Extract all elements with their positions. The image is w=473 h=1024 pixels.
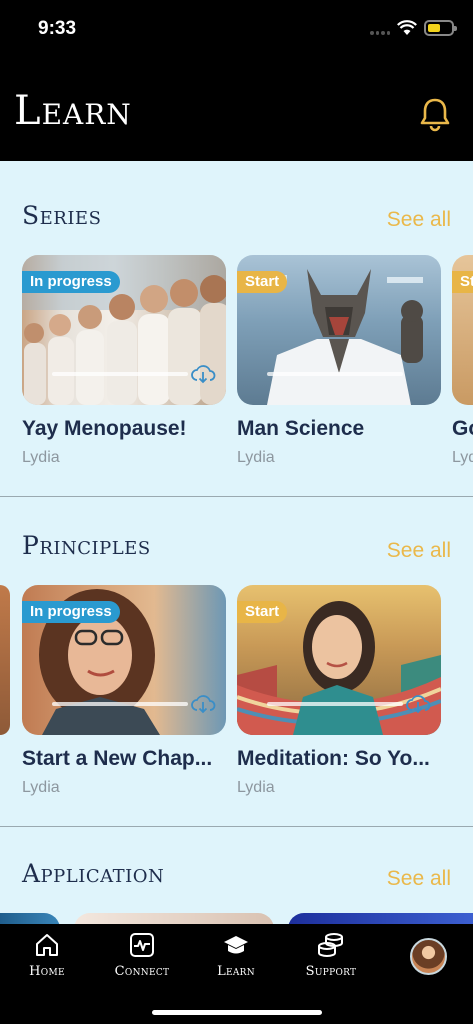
partial-card-thumbnail[interactable] [0, 585, 10, 735]
coins-icon [318, 933, 343, 957]
partial-card-thumbnail[interactable] [288, 913, 473, 924]
section-title: Series [22, 201, 102, 230]
status-badge: St [452, 271, 473, 293]
home-icon [36, 934, 58, 956]
progress-bar [267, 702, 403, 706]
cloud-download-icon[interactable] [190, 363, 216, 385]
card-thumbnail: In progress [22, 585, 226, 735]
profile-avatar[interactable] [410, 938, 447, 975]
card-author: Lydia [22, 449, 60, 466]
graduation-cap-icon [224, 936, 248, 954]
card-title: Start a New Chap... [22, 747, 213, 770]
card-thumbnail: St [452, 255, 473, 405]
page-title: Learn [14, 88, 132, 134]
signal-icon [370, 31, 390, 35]
card-title: Man Science [237, 417, 365, 440]
tab-label: Home [29, 964, 65, 979]
section-principles: Principles See all In progress Start a N… [0, 497, 473, 827]
partial-card-thumbnail[interactable] [0, 913, 60, 924]
card-thumbnail: Start [237, 585, 441, 735]
progress-bar [52, 372, 188, 376]
status-badge: Start [237, 271, 288, 293]
see-all-link[interactable]: See all [387, 539, 451, 563]
card-author: Lyd [452, 449, 473, 466]
app-header: Learn [0, 60, 473, 161]
tab-label: Connect [114, 964, 170, 979]
partial-card-thumbnail[interactable] [74, 913, 274, 924]
tab-learn[interactable]: Learn [191, 932, 281, 992]
tab-home[interactable]: Home [2, 932, 92, 992]
status-badge: In progress [22, 271, 120, 293]
section-title: Principles [22, 531, 151, 560]
tab-label: Support [305, 964, 357, 979]
main-content[interactable]: Series See all In progress Yay Menopause… [0, 161, 473, 924]
card-thumbnail: In progress [22, 255, 226, 405]
tab-connect[interactable]: Connect [97, 932, 187, 992]
see-all-link[interactable]: See all [387, 208, 451, 232]
activity-icon [130, 933, 154, 957]
section-series: Series See all In progress Yay Menopause… [0, 161, 473, 497]
status-badge: In progress [22, 601, 120, 623]
section-title: Application [22, 859, 165, 888]
progress-bar [267, 372, 403, 376]
section-application: Application See all [0, 827, 473, 924]
progress-bar [52, 702, 188, 706]
status-bar: 9:33 [0, 0, 473, 60]
card-author: Lydia [237, 779, 275, 796]
card-author: Lydia [22, 779, 60, 796]
cloud-download-icon[interactable] [190, 693, 216, 715]
tab-support[interactable]: Support [286, 932, 376, 992]
see-all-link[interactable]: See all [387, 867, 451, 891]
card-title: Yay Menopause! [22, 417, 187, 440]
tab-bar: Home Connect Learn Support [0, 924, 473, 1024]
card-author: Lydia [237, 449, 275, 466]
status-time: 9:33 [38, 18, 77, 39]
status-badge: Start [237, 601, 288, 623]
card-title: Meditation: So Yo... [237, 747, 430, 770]
card-thumbnail: Start [237, 255, 441, 405]
card-title: Go [452, 417, 473, 440]
home-indicator[interactable] [152, 1010, 322, 1015]
tab-label: Learn [217, 964, 255, 979]
wifi-icon [397, 20, 417, 35]
bell-icon[interactable] [418, 96, 452, 132]
cloud-download-icon[interactable] [405, 693, 431, 715]
battery-icon [424, 20, 457, 36]
